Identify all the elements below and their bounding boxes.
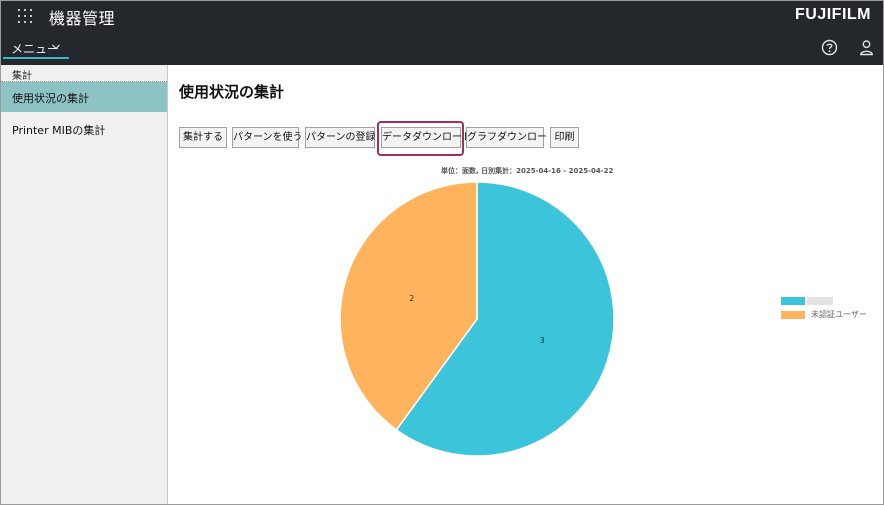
sidebar-section-label: 集計 [12, 71, 32, 82]
app-title: 機器管理 [49, 9, 116, 28]
legend-label-redacted [807, 297, 833, 305]
aggregate-button[interactable]: 集計する [179, 127, 227, 148]
data-download-button[interactable]: データダウンロード [381, 127, 472, 148]
legend-label: 未認証ユーザー [811, 310, 867, 319]
sidebar: 集計 使用状況の集計 Printer MIBの集計 [1, 65, 168, 504]
menu-button[interactable]: メニュー [3, 38, 69, 59]
brand-logo: FUJIFILM [795, 6, 871, 23]
pie-slice-value-label: 2 [409, 294, 414, 303]
sidebar-item-usage-summary[interactable]: 使用状況の集計 [1, 82, 167, 112]
app-window: 機器管理 FUJIFILM メニュー 集計 使用状況の集計 Printer MI… [0, 0, 884, 505]
sidebar-item-label: 使用状況の集計 [12, 92, 89, 105]
legend-item[interactable]: 未認証ユーザー [781, 310, 881, 324]
pie-chart: 32 [339, 181, 615, 457]
legend-item[interactable] [781, 296, 881, 310]
top-bar: 機器管理 FUJIFILM メニュー [1, 1, 883, 65]
sidebar-section-header: 集計 [1, 65, 167, 82]
use-pattern-button[interactable]: パターンを使う [232, 127, 303, 148]
pie-slice-value-label: 3 [540, 336, 545, 345]
graph-download-button[interactable]: グラフダウンロード [466, 127, 557, 148]
legend-swatch [781, 311, 805, 319]
chevron-down-icon [52, 44, 60, 50]
legend-swatch [781, 297, 805, 305]
sidebar-item-label: Printer MIBの集計 [12, 124, 106, 137]
user-icon[interactable] [858, 39, 875, 56]
sidebar-item-printer-mib-summary[interactable]: Printer MIBの集計 [1, 114, 167, 144]
print-button[interactable]: 印刷 [550, 127, 579, 148]
menu-active-underline [3, 57, 69, 59]
chart-subtitle: 単位：面数, 日別集計：2025-04-16 - 2025-04-22 [441, 167, 614, 175]
apps-grid-icon[interactable] [17, 8, 33, 24]
page-title: 使用状況の集計 [179, 83, 285, 101]
chart-legend: 未認証ユーザー [781, 296, 881, 324]
help-circle-icon[interactable] [821, 39, 838, 56]
register-pattern-button[interactable]: パターンの登録 [305, 127, 376, 148]
